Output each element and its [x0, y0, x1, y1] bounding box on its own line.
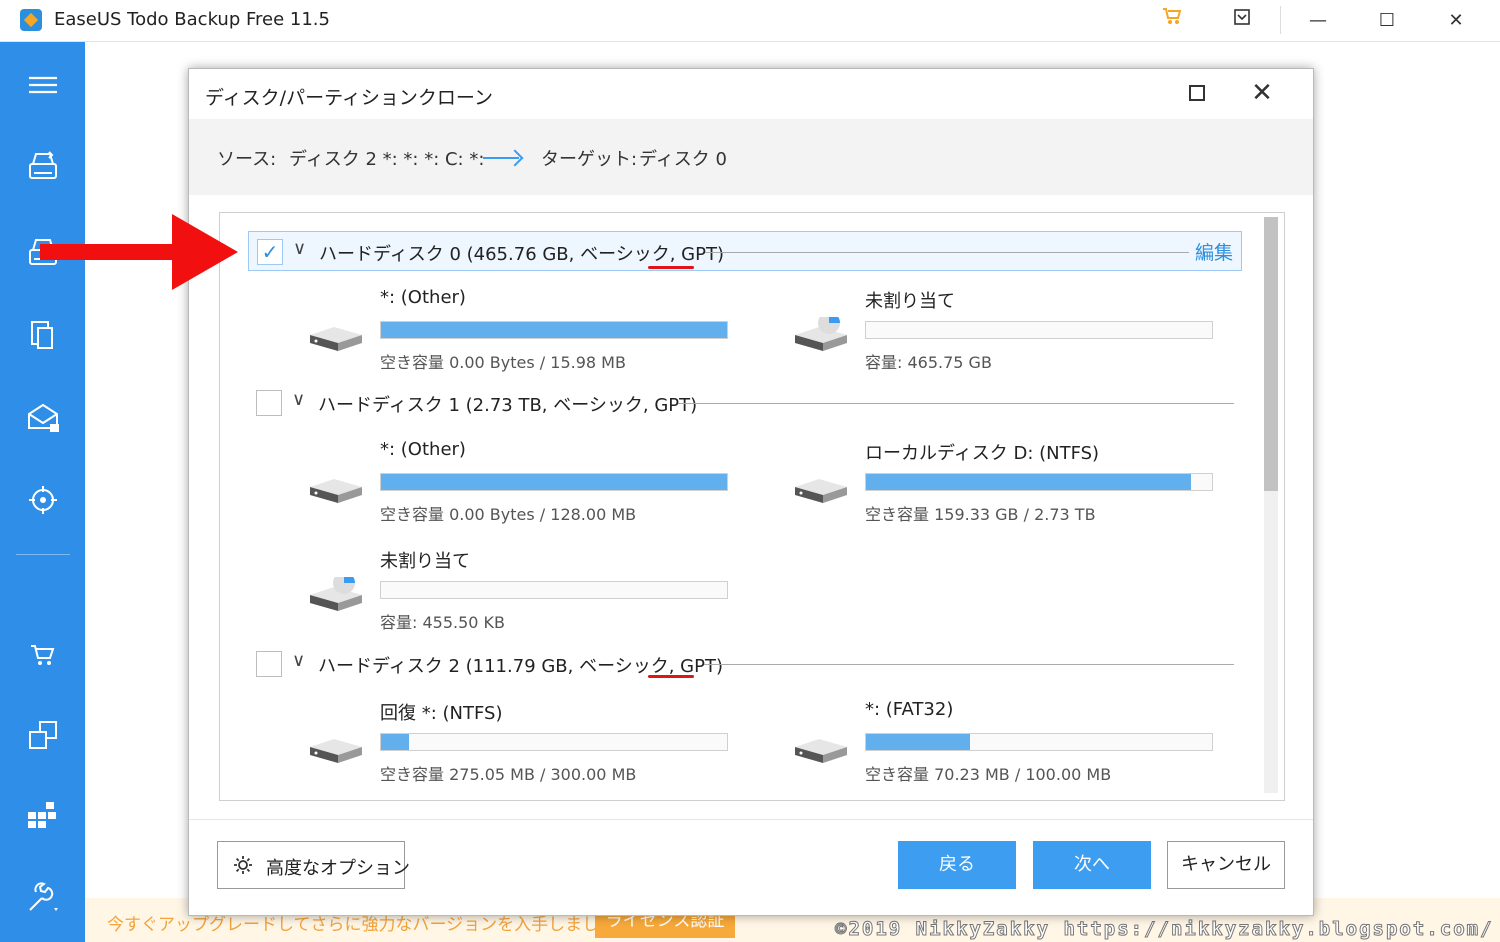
divider-line — [704, 664, 1234, 665]
dialog-title: ディスク/パーティションクローン — [205, 87, 493, 109]
system-icon[interactable] — [22, 794, 64, 834]
disk-row-0[interactable]: ✓ ∨ ハードディスク 0 (465.76 GB, ベーシック, GPT) 編集 — [248, 231, 1242, 271]
arrow-right-icon — [483, 157, 519, 159]
gear-icon — [234, 856, 252, 874]
menu-icon[interactable] — [22, 66, 64, 106]
target-label: ターゲット: — [541, 149, 638, 170]
target-value: ディスク 0 — [639, 149, 727, 170]
partition-capacity: 空き容量 70.23 MB / 100.00 MB — [865, 765, 1112, 784]
close-icon[interactable]: ✕ — [1436, 6, 1476, 36]
cart-icon[interactable] — [1152, 6, 1192, 36]
partition-item[interactable]: 未割り当て 容量: 455.50 KB — [308, 547, 768, 637]
usage-bar — [865, 321, 1213, 339]
divider-line — [678, 403, 1234, 404]
partition-item[interactable]: *: (Other) 空き容量 0.00 Bytes / 15.98 MB — [308, 287, 768, 377]
source-value: ディスク 2 *: *: *: C: *: — [289, 149, 485, 170]
advanced-options-label: 高度なオプション — [266, 858, 410, 879]
disk-0-label: ハードディスク 0 (465.76 GB, ベーシック, GPT) — [319, 244, 725, 265]
unallocated-drive-icon — [795, 317, 847, 351]
file-backup-icon[interactable] — [22, 314, 64, 354]
partition-name: *: (FAT32) — [865, 699, 954, 720]
cart-icon[interactable] — [22, 634, 64, 674]
disk-1-checkbox[interactable] — [256, 390, 282, 416]
red-arrow-annotation — [40, 214, 238, 290]
usage-bar — [865, 473, 1213, 491]
scrollbar-thumb[interactable] — [1264, 217, 1278, 491]
tools-icon[interactable] — [22, 878, 64, 918]
usage-bar — [380, 473, 728, 491]
drive-icon — [310, 479, 362, 503]
source-label: ソース: — [217, 149, 277, 170]
dropdown-box-icon[interactable] — [1222, 6, 1262, 36]
partition-capacity: 容量: 465.75 GB — [865, 353, 992, 372]
sidebar — [0, 42, 85, 942]
partition-capacity: 空き容量 0.00 Bytes / 15.98 MB — [380, 353, 626, 372]
target-icon[interactable] — [22, 480, 64, 520]
disk-row-2[interactable]: ∨ ハードディスク 2 (111.79 GB, ベーシック, GPT) — [248, 644, 1242, 684]
unallocated-drive-icon — [310, 577, 362, 611]
partition-name: ローカルディスク D: (NTFS) — [865, 443, 1100, 464]
minimize-icon[interactable]: — — [1298, 6, 1338, 36]
advanced-options-button[interactable]: 高度なオプション — [217, 841, 410, 889]
partition-item[interactable]: 未割り当て 容量: 465.75 GB — [793, 287, 1253, 377]
back-button[interactable]: 戻る — [898, 841, 1016, 889]
partition-item[interactable]: *: (Other) 空き容量 0.00 Bytes / 128.00 MB — [308, 439, 768, 529]
sidebar-divider — [16, 554, 70, 555]
source-target-bar: ソース: ディスク 2 *: *: *: C: *: ターゲット: ディスク 0 — [189, 119, 1313, 195]
drive-icon — [795, 739, 847, 763]
app-titlebar: EaseUS Todo Backup Free 11.5 — ☐ ✕ — [0, 0, 1500, 42]
app-logo-icon — [20, 9, 42, 31]
app-title: EaseUS Todo Backup Free 11.5 — [54, 9, 330, 30]
usage-bar — [865, 733, 1213, 751]
maximize-icon[interactable]: ☐ — [1367, 6, 1407, 36]
chevron-down-icon[interactable]: ∨ — [292, 650, 305, 671]
dialog-maximize-icon[interactable] — [1189, 85, 1205, 101]
divider-line — [705, 252, 1189, 253]
footer-divider — [189, 819, 1313, 820]
usage-bar-fill — [866, 474, 1192, 490]
usage-bar-fill — [381, 474, 727, 490]
mail-backup-icon[interactable] — [22, 398, 64, 438]
partition-item[interactable]: 回復 *: (NTFS) 空き容量 275.05 MB / 300.00 MB — [308, 699, 768, 789]
usage-bar-fill — [866, 734, 970, 750]
disk-clone-dialog: ディスク/パーティションクローン ✕ ソース: ディスク 2 *: *: *: … — [188, 68, 1314, 916]
chevron-down-icon[interactable]: ∨ — [293, 238, 306, 259]
dialog-close-icon[interactable]: ✕ — [1247, 75, 1277, 111]
partition-capacity: 空き容量 159.33 GB / 2.73 TB — [865, 505, 1096, 524]
usage-bar — [380, 321, 728, 339]
chevron-down-icon[interactable]: ∨ — [292, 389, 305, 410]
disk-1-label: ハードディスク 1 (2.73 TB, ベーシック, GPT) — [318, 395, 698, 416]
partition-capacity: 空き容量 0.00 Bytes / 128.00 MB — [380, 505, 637, 524]
partition-item[interactable]: *: (FAT32) 空き容量 70.23 MB / 100.00 MB — [793, 699, 1253, 789]
drive-icon — [795, 479, 847, 503]
disk-2-checkbox[interactable] — [256, 651, 282, 677]
next-button[interactable]: 次へ — [1033, 841, 1151, 889]
edit-link[interactable]: 編集 — [1195, 238, 1233, 265]
partition-item[interactable]: ローカルディスク D: (NTFS) 空き容量 159.33 GB / 2.73… — [793, 439, 1253, 529]
partition-capacity: 容量: 455.50 KB — [380, 613, 506, 632]
gpt-underline-annotation — [648, 266, 694, 269]
partition-name: 未割り当て — [865, 291, 955, 312]
gpt-underline-annotation — [648, 675, 694, 678]
disk-row-1[interactable]: ∨ ハードディスク 1 (2.73 TB, ベーシック, GPT) — [248, 383, 1242, 423]
usage-bar — [380, 581, 728, 599]
titlebar-separator — [1280, 6, 1281, 34]
drive-icon — [310, 739, 362, 763]
partition-name: *: (Other) — [380, 287, 466, 308]
cancel-button[interactable]: キャンセル — [1167, 841, 1285, 889]
partition-name: 回復 *: (NTFS) — [380, 703, 503, 724]
watermark: ©2019 NikkyZakky https://nikkyzakky.blog… — [835, 918, 1494, 941]
scrollbar[interactable] — [1264, 217, 1278, 793]
disk-list[interactable]: ✓ ∨ ハードディスク 0 (465.76 GB, ベーシック, GPT) 編集… — [219, 212, 1285, 801]
disk-backup-icon[interactable] — [22, 146, 64, 186]
drive-icon — [310, 327, 362, 351]
usage-bar-fill — [381, 734, 409, 750]
usage-bar-fill — [381, 322, 727, 338]
partition-name: 未割り当て — [380, 551, 470, 572]
partition-name: *: (Other) — [380, 439, 466, 460]
usage-bar — [380, 733, 728, 751]
clone-icon[interactable] — [22, 714, 64, 754]
partition-capacity: 空き容量 275.05 MB / 300.00 MB — [380, 765, 637, 784]
disk-0-checkbox[interactable]: ✓ — [257, 239, 283, 265]
